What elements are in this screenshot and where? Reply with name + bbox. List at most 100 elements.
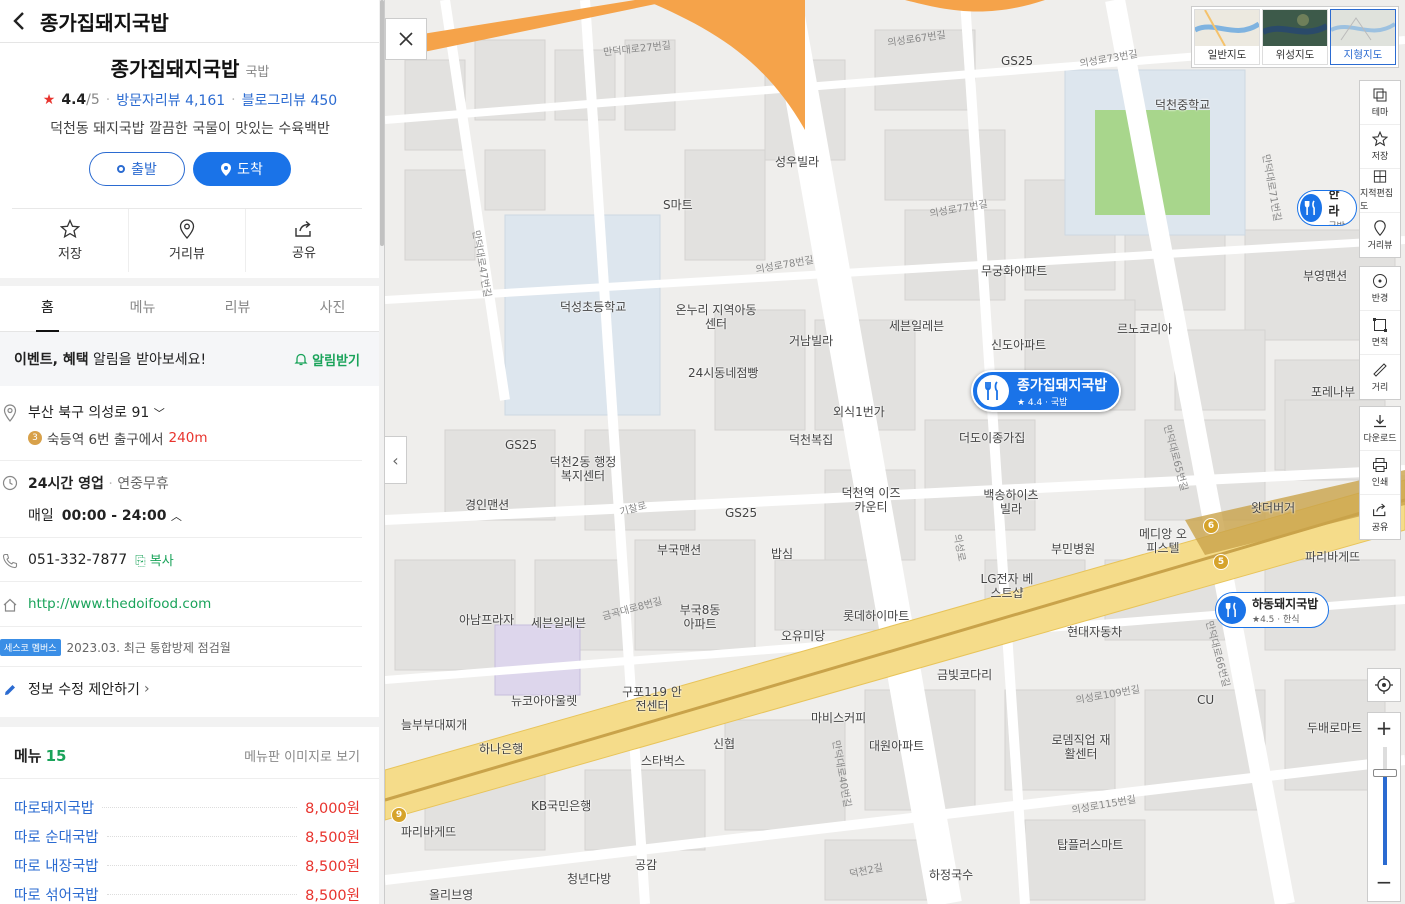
zoom-out-button[interactable]: − <box>1368 867 1400 897</box>
chevron-up-icon[interactable]: ︿ <box>171 510 182 523</box>
poi-label[interactable]: 아남프라자 <box>459 611 514 628</box>
poi-label[interactable]: GS25 <box>1001 54 1033 68</box>
zoom-in-button[interactable]: + <box>1368 713 1400 743</box>
menu-item[interactable]: 따로 내장국밥 8,500원 <box>14 851 360 880</box>
save-tool[interactable]: 저장 <box>1360 125 1400 169</box>
poi-label[interactable]: 밥심 <box>771 545 793 562</box>
poi-label[interactable]: LG전자 베스트샵 <box>979 572 1035 600</box>
poi-label[interactable]: 부국맨션 <box>657 541 701 558</box>
poi-label[interactable]: 파리바게뜨 <box>1305 548 1360 565</box>
poi-label[interactable]: 르노코리아 <box>1117 320 1172 337</box>
poi-label[interactable]: S마트 <box>663 196 693 213</box>
poi-label[interactable]: 신도아파트 <box>991 336 1046 353</box>
poi-label[interactable]: 포레나부 <box>1311 383 1355 400</box>
zoom-slider[interactable] <box>1383 747 1387 865</box>
suggest-edit-row[interactable]: 정보 수정 제안하기 › <box>0 667 362 711</box>
collapse-panel-button[interactable]: ‹ <box>385 436 407 484</box>
poi-label[interactable]: 로뎀직업 재활센터 <box>1051 733 1111 761</box>
map-type-satellite[interactable]: 위성지도 <box>1262 9 1328 65</box>
map-type-normal[interactable]: 일반지도 <box>1194 9 1260 65</box>
poi-label[interactable]: 부민병원 <box>1051 540 1095 557</box>
blog-reviews-link[interactable]: 블로그리뷰 450 <box>242 90 338 110</box>
share-tool[interactable]: 공유 <box>1360 495 1400 539</box>
nearby-place-marker[interactable]: 한라 국밥 <box>1297 190 1357 226</box>
address-text[interactable]: 부산 북구 의성로 91 ﹀ <box>28 402 207 422</box>
poi-label[interactable]: 뉴코아아울렛 <box>511 692 577 709</box>
share-action[interactable]: 공유 <box>246 209 362 272</box>
poi-label[interactable]: 덕천역 이즈카운티 <box>841 486 901 514</box>
nearby-place-marker[interactable]: 하동돼지국밥 ★4.5 · 한식 <box>1215 592 1330 628</box>
streetview-tool[interactable]: 거리뷰 <box>1360 213 1400 257</box>
poi-label[interactable]: 두배로마트 <box>1307 719 1362 736</box>
poi-label[interactable]: 온누리 지역아동센터 <box>673 303 759 331</box>
menu-image-link[interactable]: 메뉴판 이미지로 보기 <box>244 746 360 765</box>
poi-label[interactable]: 금빛코다리 <box>937 666 992 683</box>
poi-label[interactable]: 올리브영 <box>429 886 473 903</box>
poi-label[interactable]: 파리바게뜨 <box>401 823 456 840</box>
main-place-marker[interactable]: 종가집돼지국밥 ★ 4.4 · 국밥 <box>971 370 1122 412</box>
my-location-button[interactable] <box>1367 668 1401 702</box>
map-canvas[interactable]: GS25 덕천중학교 성우빌라 S마트 무궁화아파트 르노코리아 덕성초등학교 … <box>385 0 1405 904</box>
close-button[interactable] <box>385 18 427 60</box>
website-link[interactable]: http://www.thedoifood.com <box>28 596 211 612</box>
distance-tool[interactable]: 거리 <box>1360 355 1400 399</box>
poi-label[interactable]: GS25 <box>725 506 757 520</box>
poi-label[interactable]: 백송하이츠 빌라 <box>981 488 1041 516</box>
poi-label[interactable]: 하정국수 <box>929 866 973 883</box>
poi-label[interactable]: 공감 <box>635 856 657 873</box>
poi-label[interactable]: 더도이종가집 <box>959 429 1025 446</box>
poi-label[interactable]: 세븐일레븐 <box>889 317 944 334</box>
poi-label[interactable]: GS25 <box>505 438 537 452</box>
tab-home[interactable]: 홈 <box>0 286 95 332</box>
poi-label[interactable]: 롯데하이마트 <box>843 607 909 624</box>
visitor-reviews-link[interactable]: 방문자리뷰 4,161 <box>116 90 225 110</box>
map-type-terrain[interactable]: 지형지도 <box>1330 9 1396 65</box>
download-tool[interactable]: 다운로드 <box>1360 407 1400 451</box>
menu-item[interactable]: 따로 섞어국밥 8,500원 <box>14 880 360 904</box>
poi-label[interactable]: CU <box>1197 693 1214 707</box>
daily-hours[interactable]: 매일 00:00 - 24:00 ︿ <box>28 505 182 525</box>
chevron-down-icon[interactable]: ﹀ <box>154 407 165 420</box>
start-button[interactable]: 출발 <box>89 152 185 186</box>
save-action[interactable]: 저장 <box>12 209 129 272</box>
tab-menu[interactable]: 메뉴 <box>95 286 190 331</box>
poi-label[interactable]: 구포119 안전센터 <box>617 685 687 713</box>
poi-label[interactable]: 무궁화아파트 <box>981 262 1047 279</box>
poi-label[interactable]: 24시동네점빵 <box>688 364 758 381</box>
poi-label[interactable]: 탑플러스마트 <box>1057 836 1123 853</box>
poi-label[interactable]: KB국민은행 <box>531 797 591 814</box>
zoom-knob[interactable] <box>1373 768 1397 777</box>
poi-label[interactable]: 메디앙 오피스텔 <box>1135 527 1191 555</box>
poi-label[interactable]: 신협 <box>713 735 735 752</box>
poi-label[interactable]: 경인맨션 <box>465 496 509 513</box>
tab-review[interactable]: 리뷰 <box>190 286 285 331</box>
alarm-button[interactable]: 알림받기 <box>294 350 360 369</box>
poi-label[interactable]: 덕천2동 행정복지센터 <box>545 455 621 483</box>
poi-label[interactable]: 스타벅스 <box>641 752 685 769</box>
poi-label[interactable]: 오유미당 <box>781 627 825 644</box>
poi-label[interactable]: 거남빌라 <box>789 332 833 349</box>
menu-item[interactable]: 따로돼지국밥 8,000원 <box>14 793 360 822</box>
poi-label[interactable]: 부국8동 아파트 <box>675 603 725 631</box>
poi-label[interactable]: 외식1번가 <box>833 403 885 420</box>
back-arrow-icon[interactable] <box>8 10 30 32</box>
copy-button[interactable]: ⎘ 복사 <box>135 550 173 569</box>
area-tool[interactable]: 면적 <box>1360 311 1400 355</box>
poi-label[interactable]: 덕천복집 <box>789 431 833 448</box>
cadastral-tool[interactable]: 지적편집도 <box>1360 169 1400 213</box>
poi-label[interactable]: 청년다방 <box>567 870 611 887</box>
poi-label[interactable]: 덕천중학교 <box>1155 96 1210 113</box>
poi-label[interactable]: 성우빌라 <box>775 153 819 170</box>
suggest-edit-link[interactable]: 정보 수정 제안하기 <box>28 679 140 699</box>
phone-number[interactable]: 051-332-7877 <box>28 552 127 568</box>
poi-label[interactable]: 하나은행 <box>479 740 523 757</box>
tab-photo[interactable]: 사진 <box>285 286 380 331</box>
poi-label[interactable]: 대원아파트 <box>869 737 924 754</box>
poi-label[interactable]: 현대자동차 <box>1067 623 1122 640</box>
print-tool[interactable]: 인쇄 <box>1360 451 1400 495</box>
poi-label[interactable]: 왓더버거 <box>1251 499 1295 516</box>
theme-tool[interactable]: 테마 <box>1360 81 1400 125</box>
streetview-action[interactable]: 거리뷰 <box>129 209 246 272</box>
poi-label[interactable]: 마비스커피 <box>811 709 866 726</box>
poi-label[interactable]: 늘부부대찌개 <box>401 716 467 733</box>
